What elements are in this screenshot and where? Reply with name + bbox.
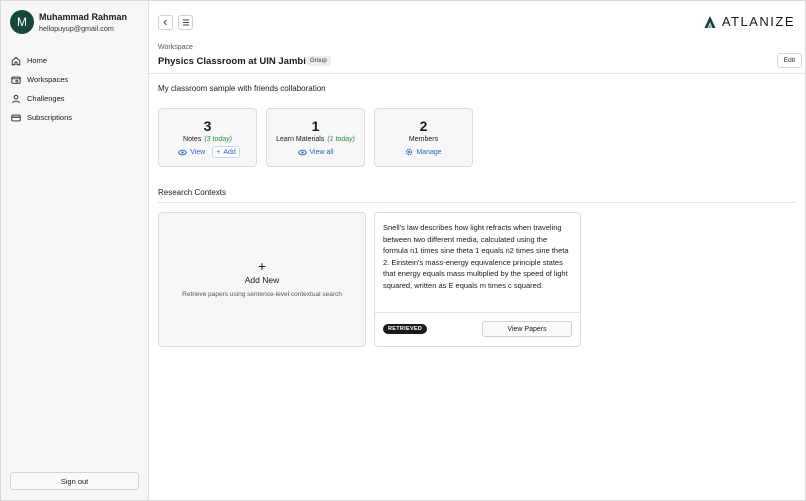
members-label: Members [408, 136, 439, 143]
chevron-left-icon [163, 19, 167, 26]
manage-members-button[interactable]: Manage [402, 146, 444, 158]
members-count: 2 [419, 118, 428, 134]
sidebar-item-challenges[interactable]: Challenges [1, 89, 148, 108]
menu-icon [182, 19, 189, 26]
sidebar-item-label: Home [27, 56, 48, 65]
notes-stat-card: 3 Notes (3 today) View + Add [158, 108, 257, 167]
notes-today: (3 today) [204, 136, 232, 143]
challenges-icon [12, 94, 20, 103]
eye-icon [178, 149, 188, 155]
add-new-subtitle: Retrieve papers using sentence-level con… [182, 291, 342, 298]
plus-icon: + [257, 258, 267, 274]
manage-label: Manage [416, 148, 442, 156]
workspace-description: My classroom sample with friends collabo… [158, 84, 326, 93]
home-icon [11, 56, 21, 65]
user-profile[interactable]: M Muhammad Rahman hellopuyup@gmail.com [1, 1, 148, 43]
divider [158, 202, 796, 203]
add-new-context-card[interactable]: + Add New Retrieve papers using sentence… [158, 212, 366, 347]
add-note-label: Add [223, 148, 236, 156]
brand-name: ATLANIZE [721, 14, 795, 29]
materials-stat-card: 1 Learn Materials (1 today) View all [266, 108, 365, 167]
sidebar-item-label: Subscriptions [27, 113, 73, 122]
top-bar: ATLANIZE [149, 1, 805, 41]
sidebar-item-workspaces[interactable]: Workspaces [1, 70, 148, 89]
context-text: Snell's law describes how light refracts… [383, 223, 569, 290]
view-notes-button[interactable]: View [175, 146, 208, 158]
materials-today: (1 today) [327, 136, 355, 143]
sidebar-item-home[interactable]: Home [1, 51, 148, 70]
brand-logo: ATLANIZE [703, 14, 795, 29]
sidebar-item-subscriptions[interactable]: Subscriptions [1, 108, 148, 127]
atlanize-logo-icon [704, 15, 716, 28]
main-content: ATLANIZE Workspace Physics Classroom at … [149, 1, 805, 500]
add-new-title: Add New [244, 275, 280, 285]
avatar: M [10, 10, 34, 34]
materials-label: Learn Materials [276, 136, 325, 143]
card-icon [11, 114, 21, 121]
sidebar-item-label: Workspaces [27, 75, 69, 84]
notes-label: Notes [183, 136, 202, 143]
members-stat-card: 2 Members Manage [374, 108, 473, 167]
workspace-type-badge: Group [306, 56, 331, 66]
app-window: M Muhammad Rahman hellopuyup@gmail.com H… [0, 0, 806, 501]
view-all-label: View all [309, 148, 334, 156]
sidebar: M Muhammad Rahman hellopuyup@gmail.com H… [1, 1, 149, 500]
divider [375, 312, 580, 313]
edit-button[interactable]: Edit [776, 53, 802, 68]
user-name: Muhammad Rahman [39, 11, 128, 22]
view-all-materials-button[interactable]: View all [295, 146, 337, 158]
materials-count: 1 [311, 118, 320, 134]
research-contexts-title: Research Contexts [158, 188, 227, 197]
research-context-card: Snell's law describes how light refracts… [374, 212, 581, 347]
workspace-label: Workspace [158, 44, 193, 51]
workspaces-icon [11, 76, 21, 84]
sign-out-button[interactable]: Sign out [10, 472, 139, 490]
view-papers-button[interactable]: View Papers [482, 321, 572, 337]
back-button[interactable] [158, 15, 173, 30]
sidebar-nav: Home Workspaces Challenges Subscriptions [1, 51, 148, 127]
view-notes-label: View [190, 148, 206, 156]
plus-icon: + [216, 148, 221, 156]
sidebar-item-label: Challenges [27, 94, 65, 103]
page-title: Physics Classroom at UIN Jambi [158, 56, 306, 67]
eye-icon [297, 149, 307, 155]
notes-count: 3 [203, 118, 212, 134]
status-badge: RETRIEVED [383, 324, 428, 334]
add-note-button[interactable]: + Add [212, 146, 240, 158]
menu-button[interactable] [178, 15, 193, 30]
gear-icon [406, 148, 413, 156]
divider [149, 73, 805, 74]
user-email: hellopuyup@gmail.com [39, 23, 114, 33]
